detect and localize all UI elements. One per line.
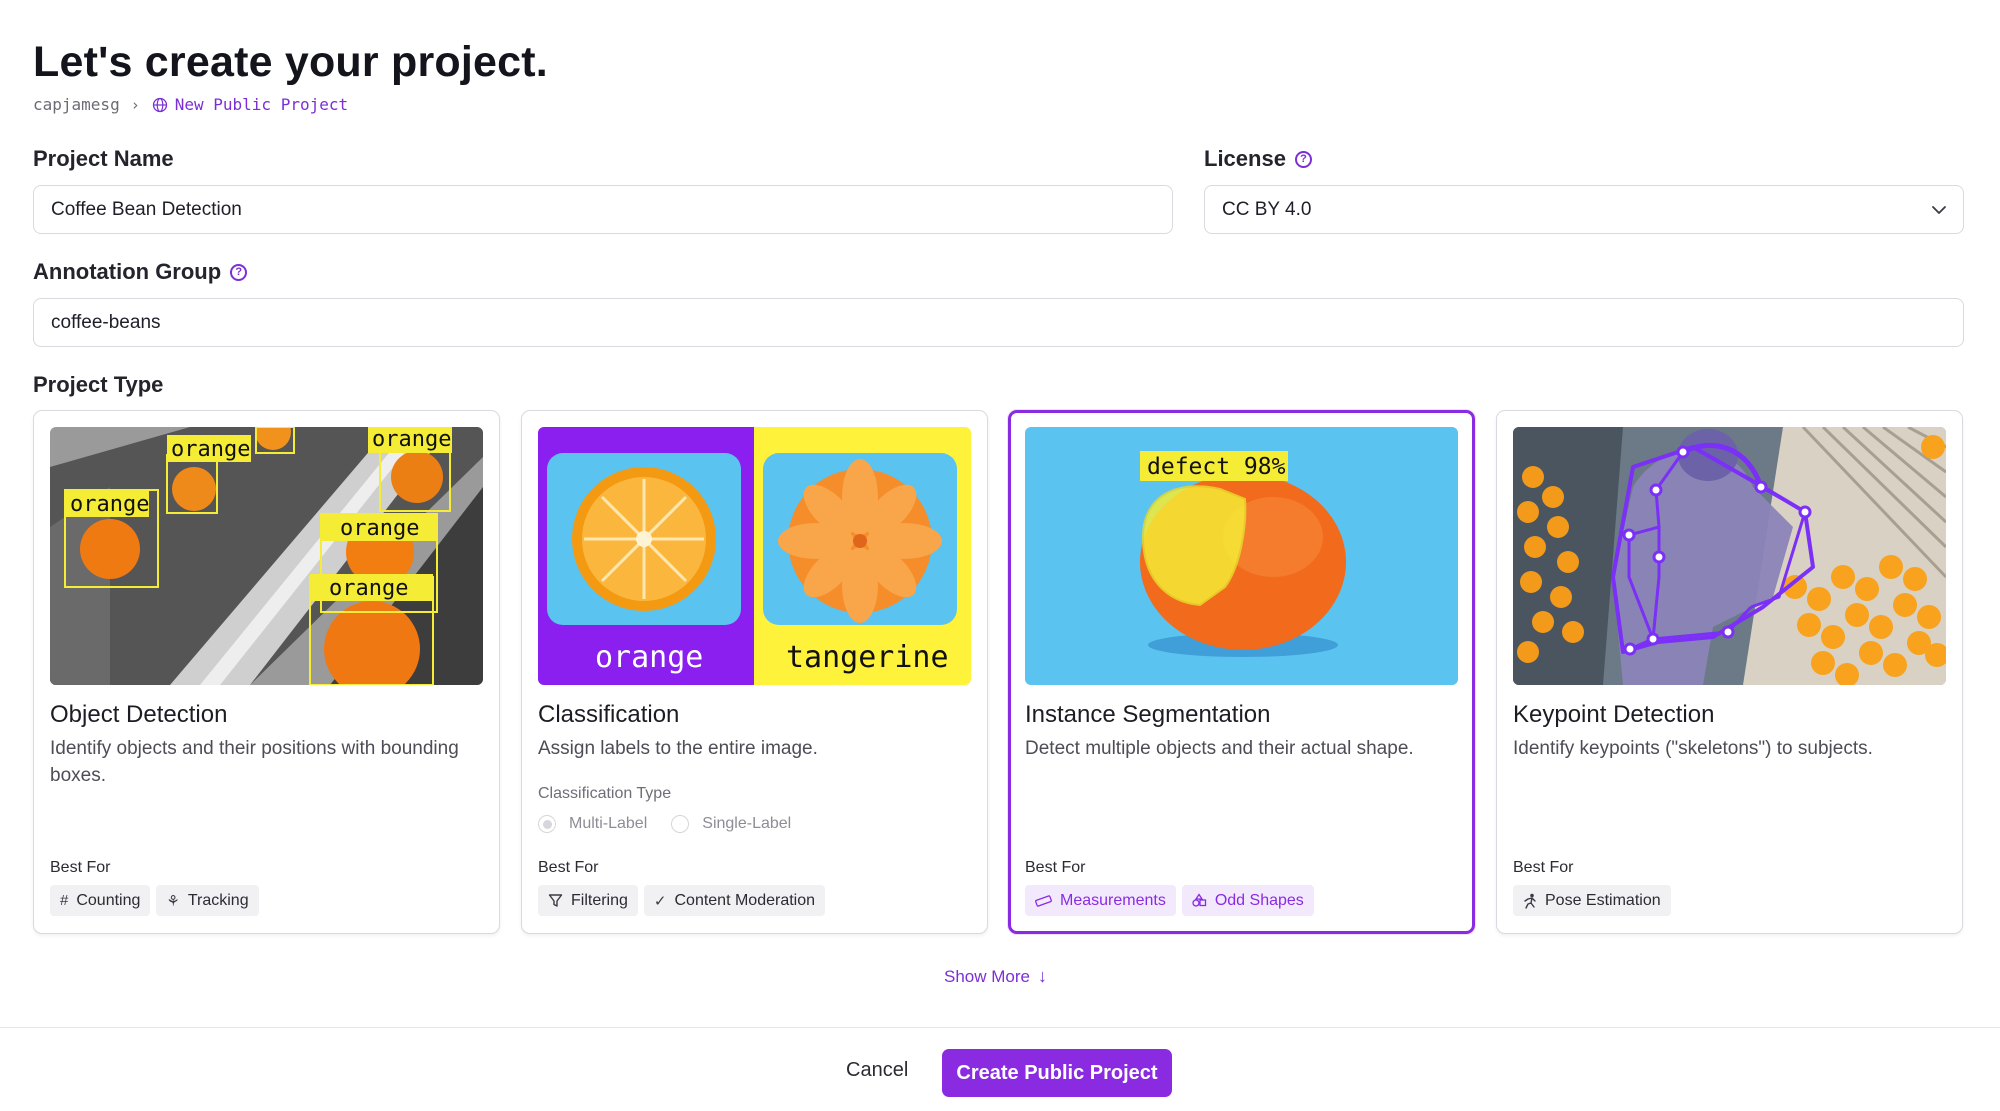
project-type-card-keypoint-detection[interactable]: Keypoint Detection Identify keypoints ("…: [1496, 410, 1963, 934]
instance-segmentation-image: defect 98%: [1025, 427, 1458, 685]
help-icon[interactable]: ?: [230, 263, 248, 281]
card-title: Instance Segmentation: [1025, 701, 1271, 728]
tag-filtering: Filtering: [538, 885, 638, 916]
best-for-label: Best For: [50, 859, 111, 876]
breadcrumb-chevron-icon: ›: [130, 95, 140, 114]
detection-label: orange: [372, 427, 451, 452]
tag-measurements: Measurements: [1025, 885, 1176, 916]
breadcrumb: capjamesg › New Public Project: [33, 95, 348, 114]
project-name-input[interactable]: Coffee Bean Detection: [33, 185, 1173, 234]
object-detection-image: orange orange orange orange orange: [50, 427, 483, 685]
tracking-icon: ⚘: [166, 892, 180, 910]
footer-divider: [0, 1027, 2000, 1028]
card-description: Identify objects and their positions wit…: [50, 738, 459, 786]
project-type-card-object-detection[interactable]: orange orange orange orange orange Objec…: [33, 410, 500, 934]
card-description: Detect multiple objects and their actual…: [1025, 738, 1414, 759]
best-for-label: Best For: [1025, 859, 1086, 876]
radio-button[interactable]: [671, 815, 690, 833]
show-more-label: Show More: [944, 966, 1030, 986]
tag-pose-estimation: Pose Estimation: [1513, 885, 1671, 916]
annotation-group-input[interactable]: coffee-beans: [33, 298, 1964, 347]
project-name-label: Project Name: [33, 146, 174, 171]
radio-multi-label[interactable]: Multi-Label: [538, 815, 647, 833]
best-for-label: Best For: [1513, 859, 1574, 876]
show-more-button[interactable]: Show More ↓: [944, 966, 1047, 987]
classification-image: orange tangerine: [538, 427, 971, 685]
hash-icon: #: [60, 892, 69, 909]
detection-label: orange: [340, 516, 419, 541]
radio-button[interactable]: [538, 815, 556, 833]
card-description: Assign labels to the entire image.: [538, 738, 818, 759]
detection-label: orange: [70, 492, 149, 517]
best-for-label: Best For: [538, 859, 599, 876]
help-icon[interactable]: ?: [1294, 150, 1312, 168]
shapes-icon: [1192, 893, 1206, 907]
project-type-card-classification[interactable]: orange tangerine Classification Assign l…: [521, 410, 988, 934]
globe-icon: [152, 97, 167, 112]
class-label: tangerine: [786, 640, 949, 675]
page-title: Let's create your project.: [33, 38, 548, 86]
card-title: Keypoint Detection: [1513, 701, 1715, 728]
segmentation-label: defect 98%: [1147, 454, 1286, 480]
card-title: Classification: [538, 701, 680, 728]
person-running-icon: [1524, 893, 1536, 909]
radio-single-label[interactable]: Single-Label: [671, 815, 791, 833]
detection-label: orange: [329, 576, 408, 601]
keypoint-detection-image: [1513, 427, 1946, 685]
check-icon: ✓: [653, 892, 667, 910]
create-public-project-button[interactable]: Create Public Project: [942, 1049, 1172, 1097]
chevron-down-icon: [1932, 205, 1946, 214]
tag-odd-shapes: Odd Shapes: [1181, 885, 1314, 916]
filter-icon: [548, 894, 563, 907]
license-value: CC BY 4.0: [1222, 198, 1312, 220]
ruler-icon: [1035, 894, 1052, 907]
annotation-group-label: Annotation Group ?: [33, 259, 248, 285]
project-type-card-instance-segmentation[interactable]: defect 98% Instance Segmentation Detect …: [1008, 410, 1475, 934]
tag-tracking: ⚘ Tracking: [156, 885, 259, 916]
card-description: Identify keypoints ("skeletons") to subj…: [1513, 738, 1873, 759]
breadcrumb-user[interactable]: capjamesg: [33, 95, 120, 114]
card-title: Object Detection: [50, 701, 228, 728]
detection-label: orange: [171, 437, 250, 462]
license-label: License ?: [1204, 146, 1312, 172]
class-label: orange: [595, 640, 703, 675]
license-select[interactable]: CC BY 4.0: [1204, 185, 1964, 234]
tag-counting: # Counting: [50, 885, 151, 916]
arrow-down-icon: ↓: [1037, 966, 1047, 986]
cancel-button[interactable]: Cancel: [846, 1059, 908, 1082]
classification-type-label: Classification Type: [538, 785, 672, 802]
project-type-label: Project Type: [33, 372, 164, 397]
breadcrumb-project: New Public Project: [152, 95, 348, 114]
breadcrumb-project-label: New Public Project: [174, 95, 349, 114]
tag-content-moderation: ✓ Content Moderation: [643, 885, 826, 916]
